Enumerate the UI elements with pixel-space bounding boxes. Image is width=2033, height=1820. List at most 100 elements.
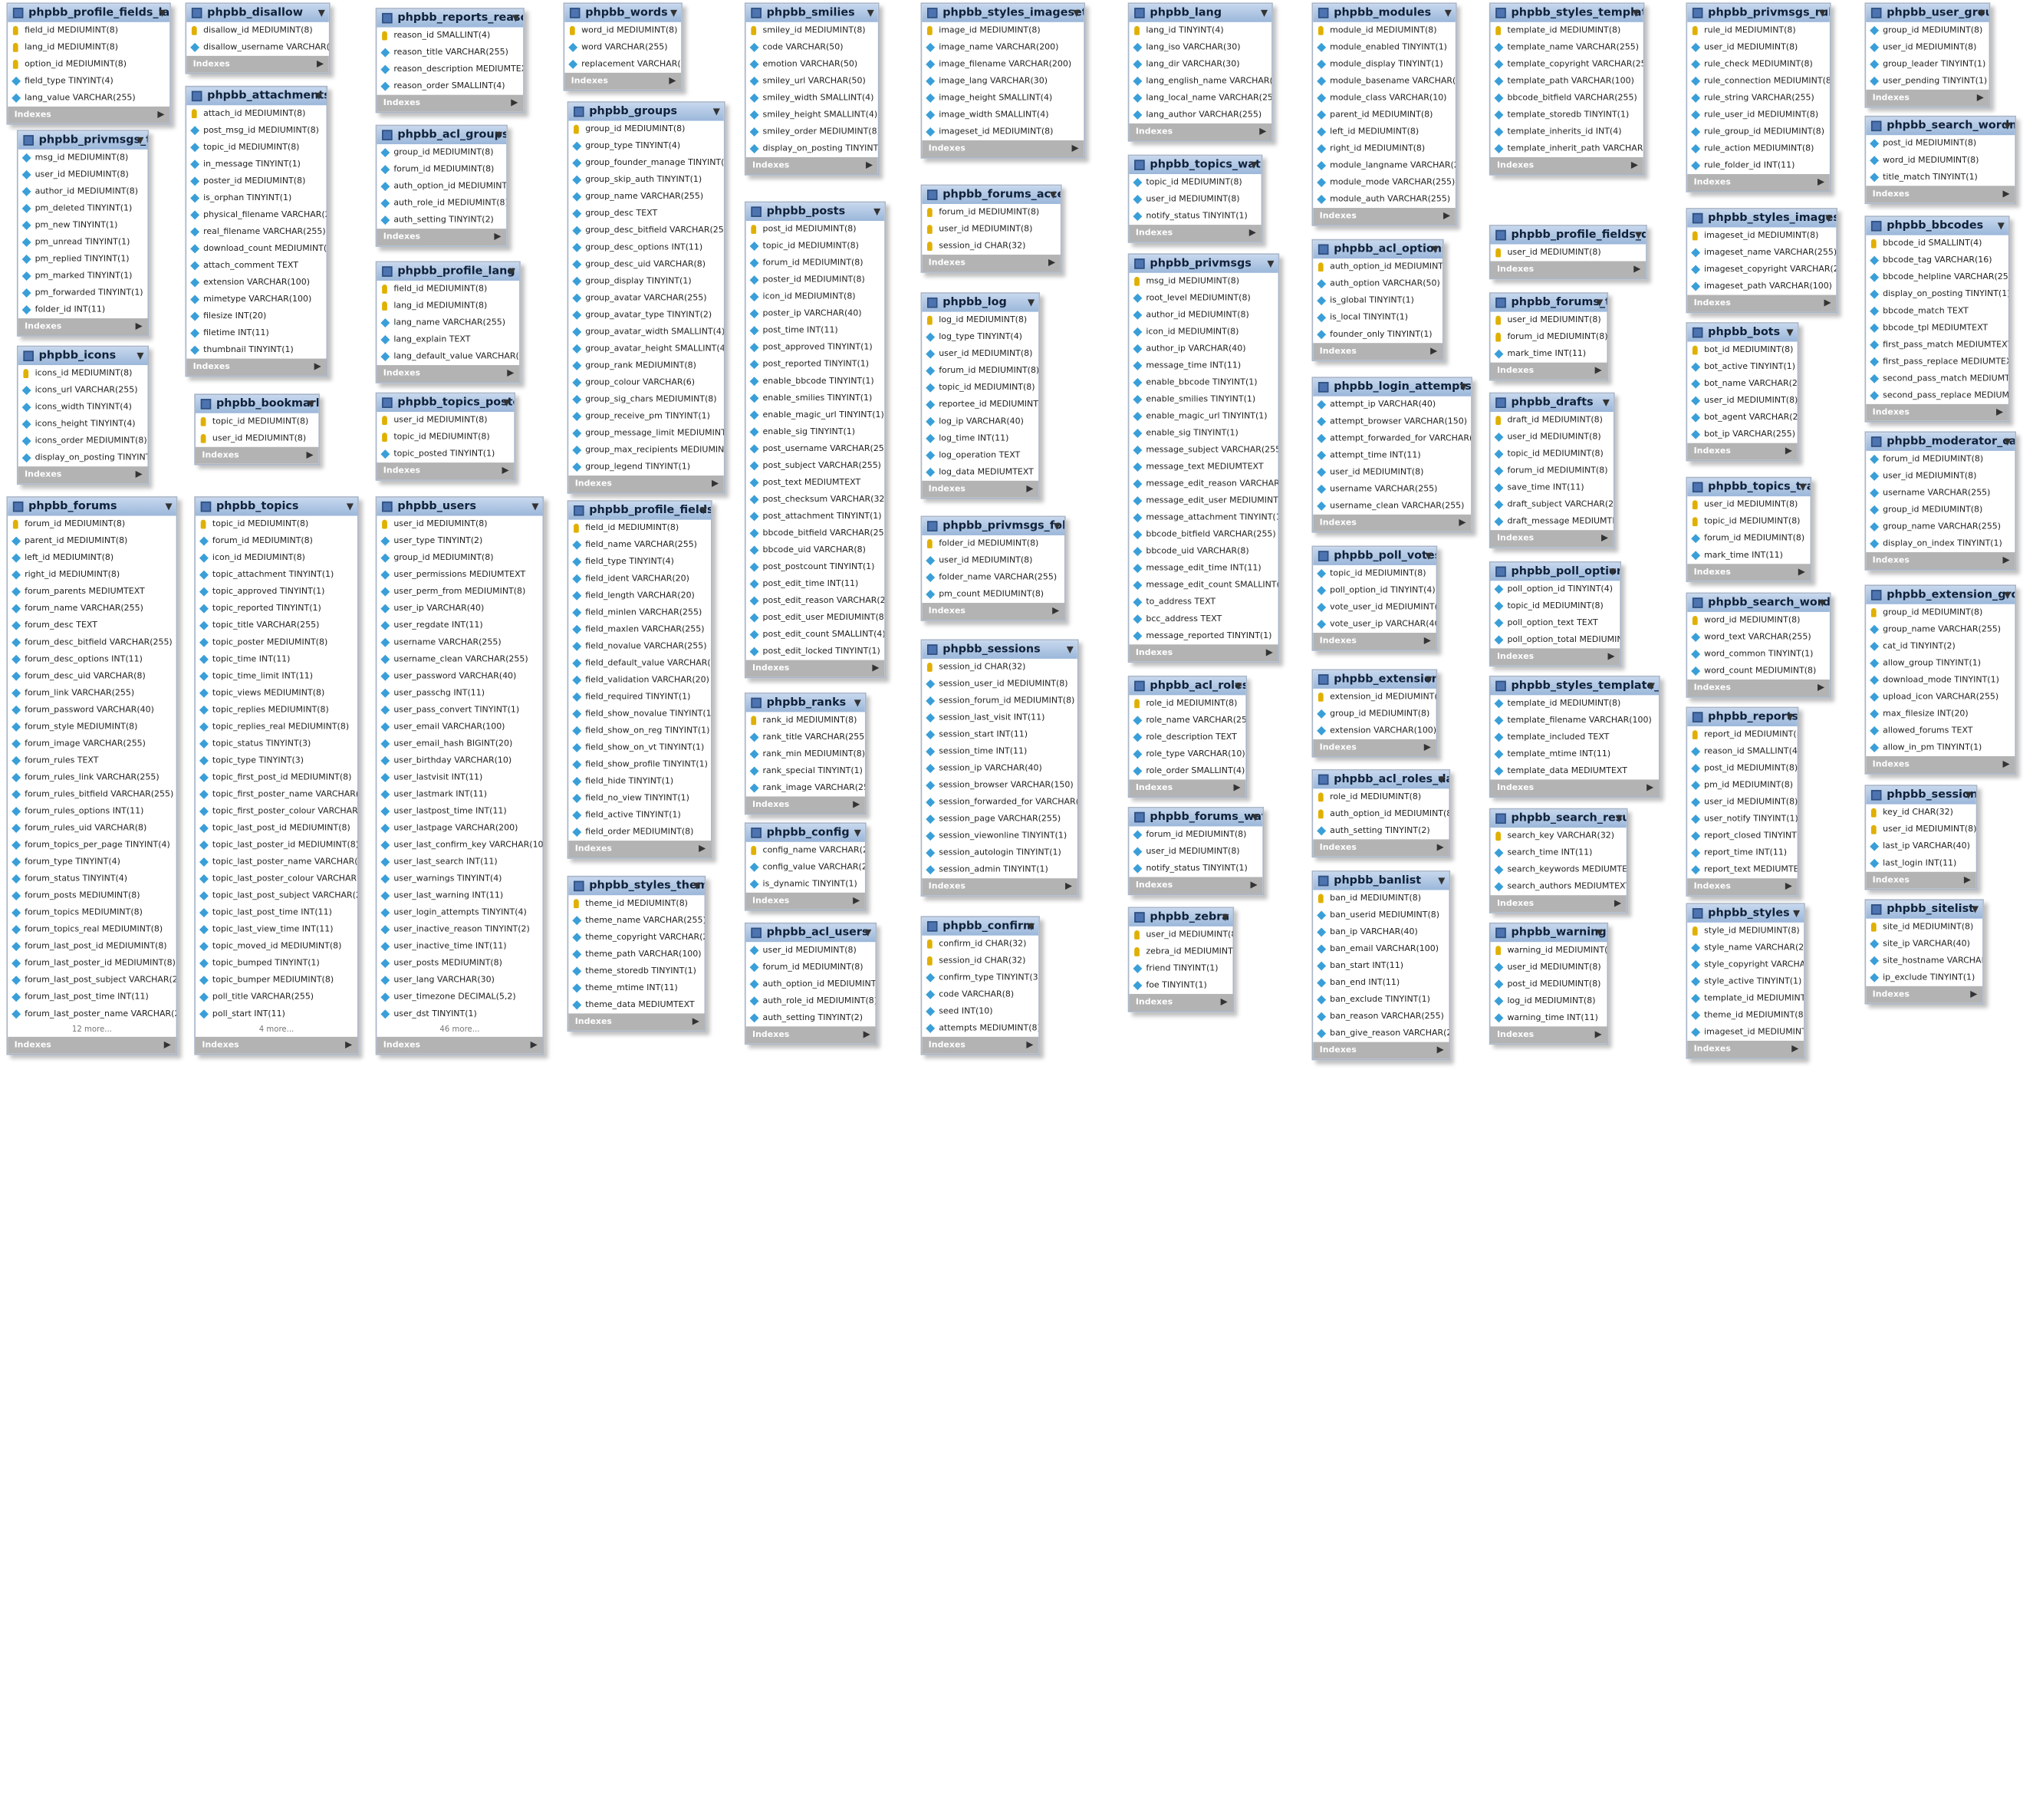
expand-arrow-icon[interactable]: ▶ (1026, 481, 1033, 498)
column-row[interactable]: message_time INT(11) (1129, 357, 1278, 374)
indexes-bar[interactable]: Indexes ▶ (377, 229, 507, 246)
indexes-bar[interactable]: Indexes ▶ (195, 446, 319, 464)
chevron-down-icon[interactable]: ▼ (1267, 255, 1274, 273)
expand-arrow-icon[interactable]: ▶ (872, 660, 879, 677)
column-row[interactable]: pm_replied TINYINT(1) (18, 251, 148, 268)
indexes-bar[interactable]: Indexes ▶ (568, 476, 724, 493)
indexes-bar[interactable]: Indexes ▶ (18, 466, 148, 484)
indexes-bar[interactable]: Indexes ▶ (922, 603, 1064, 620)
column-row[interactable]: user_inactive_reason TINYINT(2) (377, 921, 542, 938)
table-header[interactable]: phpbb_styles ▼ (1687, 904, 1804, 923)
chevron-down-icon[interactable]: ▼ (1438, 771, 1445, 789)
column-row[interactable]: lang_local_name VARCHAR(255) (1129, 90, 1271, 107)
column-row[interactable]: poll_title VARCHAR(255) (196, 989, 357, 1005)
indexes-bar[interactable]: Indexes ▶ (1687, 878, 1798, 896)
column-row[interactable]: post_edit_reason VARCHAR(255) (746, 592, 884, 609)
column-row[interactable]: post_attachment TINYINT(1) (746, 508, 885, 525)
chevron-down-icon[interactable]: ▼ (873, 202, 880, 221)
column-row[interactable]: post_id MEDIUMINT(8) (1491, 976, 1607, 992)
column-row[interactable]: topic_last_post_id MEDIUMINT(8) (196, 820, 357, 837)
column-row[interactable]: bot_agent VARCHAR(255) (1687, 410, 1798, 426)
column-row[interactable]: mark_time INT(11) (1687, 547, 1810, 564)
column-row[interactable]: session_forwarded_for VARCHAR(255) (922, 794, 1077, 811)
column-row[interactable]: username VARCHAR(255) (377, 634, 542, 651)
column-row[interactable]: reason_id SMALLINT(4) (1687, 743, 1798, 760)
column-row[interactable]: bot_name VARCHAR(255) (1687, 376, 1798, 393)
column-row[interactable]: group_name VARCHAR(255) (1866, 621, 2015, 638)
table-header[interactable]: phpbb_acl_roles_data▼ (1313, 770, 1449, 789)
table-header[interactable]: phpbb_poll_votes ▼ (1313, 547, 1436, 565)
indexes-bar[interactable]: Indexes ▶ (1313, 839, 1449, 857)
column-row[interactable]: bbcode_tpl MEDIUMTEXT (1866, 320, 2008, 337)
chevron-down-icon[interactable]: ▼ (308, 395, 314, 413)
column-row[interactable]: style_active TINYINT(1) (1687, 973, 1804, 990)
table-phpbb-warnings[interactable]: phpbb_warnings ▼ warning_id MEDIUMINT(8) us… (1489, 922, 1609, 1045)
column-row[interactable]: group_avatar_height SMALLINT(4) (568, 341, 724, 357)
column-row[interactable]: group_receive_pm TINYINT(1) (568, 408, 724, 425)
column-row[interactable]: log_operation TEXT (922, 447, 1038, 464)
column-row[interactable]: user_email VARCHAR(100) (377, 719, 542, 736)
column-row[interactable]: topic_reported TINYINT(1) (196, 601, 357, 617)
column-row[interactable]: user_id MEDIUMINT(8) (746, 942, 876, 959)
indexes-bar[interactable]: Indexes ▶ (1866, 755, 2015, 773)
chevron-down-icon[interactable]: ▼ (1438, 872, 1445, 890)
column-row[interactable]: root_level MEDIUMINT(8) (1129, 290, 1278, 307)
expand-arrow-icon[interactable]: ▶ (1785, 443, 1792, 460)
column-row[interactable]: upload_icon VARCHAR(255) (1866, 689, 2015, 706)
column-row[interactable]: second_pass_replace MEDIUMTEXT (1866, 387, 2008, 404)
column-row[interactable]: template_id MEDIUMINT(8) (1491, 22, 1643, 39)
table-phpbb-moderator-cache[interactable]: phpbb_moderator_cache▼forum_id MEDIUMINT… (1864, 431, 2017, 571)
column-row[interactable]: forum_id MEDIUMINT(8) (746, 255, 885, 272)
column-row[interactable]: topic_type TINYINT(3) (196, 752, 357, 769)
column-row[interactable]: topic_poster MEDIUMINT(8) (196, 634, 357, 651)
column-row[interactable]: group_id MEDIUMINT(8) (377, 550, 542, 567)
column-row[interactable]: auth_setting TINYINT(2) (746, 1009, 876, 1026)
chevron-down-icon[interactable]: ▼ (165, 498, 172, 516)
column-row[interactable]: word VARCHAR(255) (564, 39, 681, 56)
table-header[interactable]: phpbb_search_wordlist▼ (1687, 594, 1830, 612)
table-header[interactable]: phpbb_user_group▼ (1866, 4, 1989, 22)
column-row[interactable]: forum_rules_options INT(11) (8, 803, 176, 820)
column-row[interactable]: last_ip VARCHAR(40) (1866, 838, 1976, 855)
table-header[interactable]: phpbb_log ▼ (922, 293, 1039, 312)
column-row[interactable]: field_default_value VARCHAR(255) (568, 655, 711, 672)
column-row[interactable]: lang_name VARCHAR(255) (377, 314, 519, 331)
column-row[interactable]: poll_option_id TINYINT(4) (1313, 582, 1436, 599)
column-row[interactable]: template_id MEDIUMINT(8) (1491, 695, 1660, 712)
column-row[interactable]: icon_id MEDIUMINT(8) (746, 288, 885, 305)
column-row[interactable]: image_name VARCHAR(200) (922, 39, 1084, 56)
column-row[interactable]: group_founder_manage TINYINT(1) (568, 155, 724, 172)
column-row[interactable]: ban_give_reason VARCHAR(255) (1313, 1025, 1449, 1042)
chevron-down-icon[interactable]: ▼ (1445, 4, 1452, 22)
column-row[interactable]: pm_id MEDIUMINT(8) (1687, 777, 1798, 794)
chevron-down-icon[interactable]: ▼ (1222, 908, 1229, 926)
column-row[interactable]: user_id MEDIUMINT(8) (1687, 496, 1810, 513)
table-phpbb-topics-posted[interactable]: phpbb_topics_posted▼user_id MEDIUMINT(8)… (375, 392, 516, 481)
table-header[interactable]: phpbb_drafts ▼ (1490, 393, 1614, 413)
column-row[interactable]: topic_replies MEDIUMINT(8) (196, 702, 357, 719)
column-row[interactable]: forum_rules TEXT (8, 752, 176, 769)
column-row[interactable]: option_id MEDIUMINT(8) (8, 56, 169, 73)
column-row[interactable]: ban_exclude TINYINT(1) (1313, 992, 1449, 1009)
expand-arrow-icon[interactable]: ▶ (507, 365, 514, 382)
expand-arrow-icon[interactable]: ▶ (1785, 878, 1792, 895)
table-phpbb-styles-template-data[interactable]: phpbb_styles_template_data▼template_id M… (1489, 675, 1660, 798)
column-row[interactable]: topic_first_poster_name VARCHAR(255) (196, 786, 357, 803)
column-row[interactable]: field_maxlen VARCHAR(255) (568, 621, 711, 638)
column-row[interactable]: username VARCHAR(255) (1313, 481, 1471, 498)
column-row[interactable]: forum_name VARCHAR(255) (8, 601, 176, 617)
column-row[interactable]: style_name VARCHAR(255) (1687, 940, 1804, 956)
column-row[interactable]: theme_mtime INT(11) (568, 979, 704, 996)
column-row[interactable]: rule_string VARCHAR(255) (1687, 90, 1830, 107)
expand-arrow-icon[interactable]: ▶ (1595, 363, 1602, 380)
table-phpbb-privmsgs[interactable]: phpbb_privmsgs ▼ msg_id MEDIUMINT(8) root_l… (1127, 253, 1280, 663)
column-row[interactable]: attempt_browser VARCHAR(150) (1313, 413, 1471, 430)
chevron-down-icon[interactable]: ▼ (1596, 294, 1603, 312)
column-row[interactable]: session_admin TINYINT(1) (922, 861, 1077, 878)
column-row[interactable]: bbcode_bitfield VARCHAR(255) (746, 525, 884, 541)
table-header[interactable]: phpbb_search_results▼ (1490, 809, 1627, 828)
column-row[interactable]: forum_last_post_id MEDIUMINT(8) (8, 938, 176, 955)
column-row[interactable]: mark_time INT(11) (1491, 346, 1607, 363)
indexes-bar[interactable]: Indexes ▶ (1490, 779, 1660, 797)
indexes-bar[interactable]: Indexes ▶ (1866, 186, 2015, 203)
